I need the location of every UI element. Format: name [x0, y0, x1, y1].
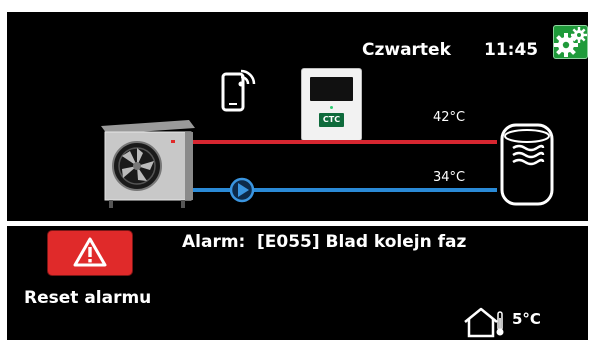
reset-alarm-button[interactable] [47, 230, 133, 276]
controller-display [310, 77, 353, 101]
section-divider [7, 221, 588, 226]
day-label: Czwartek [362, 40, 451, 60]
phone-wifi-icon[interactable] [220, 66, 260, 114]
return-temperature: 34°C [433, 170, 466, 185]
warning-icon [73, 237, 107, 267]
supply-pipe [190, 140, 497, 144]
storage-tank-icon[interactable] [499, 122, 555, 207]
heat-pump-icon[interactable] [101, 118, 203, 210]
outdoor-temperature: 5°C [512, 310, 541, 328]
house-thermometer-icon [464, 307, 504, 338]
reset-alarm-label[interactable]: Reset alarmu [24, 288, 151, 308]
alarm-label: Alarm: [182, 232, 246, 252]
alarm-message: [E055] Blad kolejn faz [257, 232, 467, 252]
gear-icon [554, 27, 587, 57]
controller-led [330, 106, 333, 109]
ctc-logo: CTC [319, 113, 344, 127]
settings-button[interactable] [553, 25, 588, 59]
hmi-screen: Czwartek 11:45 CTC 42°C 34°C Reset alarm… [7, 12, 588, 340]
circulation-pump-icon[interactable] [229, 177, 255, 203]
clock-time: 11:45 [484, 40, 539, 60]
controller-unit-icon[interactable]: CTC [301, 68, 362, 141]
supply-temperature: 42°C [433, 110, 466, 125]
